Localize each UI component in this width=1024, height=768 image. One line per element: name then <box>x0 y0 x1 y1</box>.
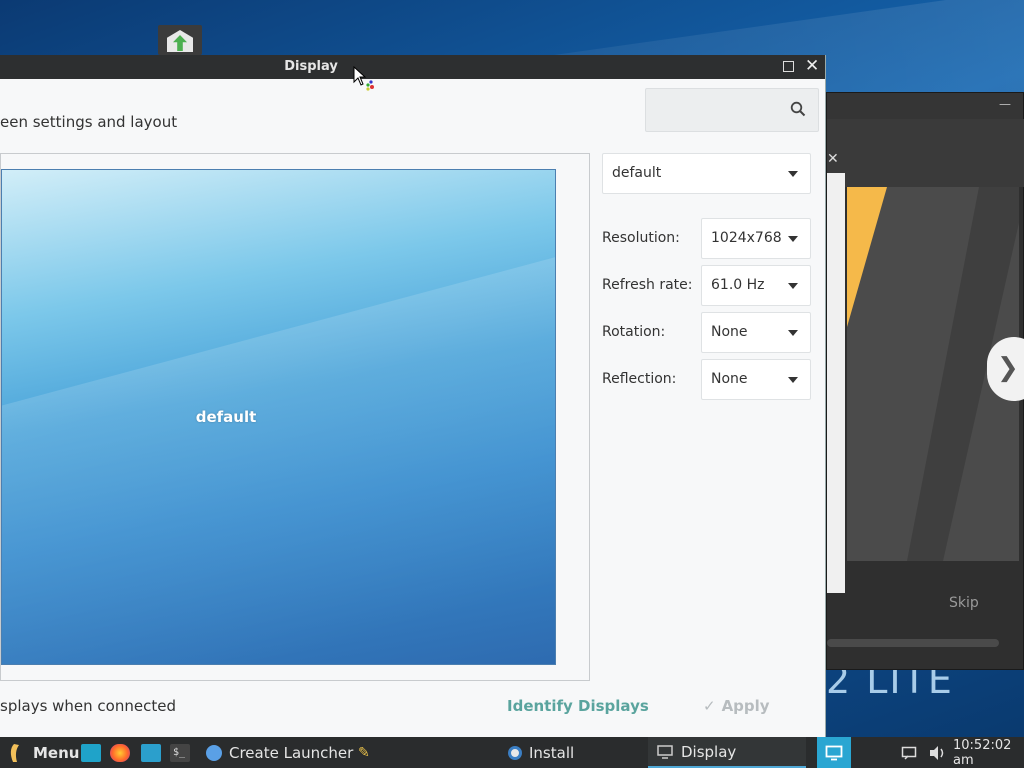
notification-icon <box>901 746 917 760</box>
task-label: Install <box>529 743 575 762</box>
resolution-value: 1024x768 <box>711 230 782 246</box>
refresh-rate-select[interactable]: 61.0 Hz <box>701 265 811 306</box>
task-unnamed[interactable]: ✎ <box>358 737 370 768</box>
mouse-cursor-icon <box>353 66 374 91</box>
files-launcher[interactable] <box>81 737 101 768</box>
identify-displays-button[interactable]: Identify Displays <box>507 697 649 715</box>
rotation-select[interactable]: None <box>701 312 811 353</box>
firefox-icon <box>110 743 130 762</box>
home-launcher[interactable] <box>141 737 161 768</box>
chevron-down-icon <box>788 171 798 177</box>
apply-label: Apply <box>721 697 770 715</box>
maximize-icon[interactable] <box>783 61 794 72</box>
taskbar: Menu $_ Create Launcher ✎ Install Displa… <box>0 737 1024 768</box>
display-layout-preview[interactable]: default <box>0 153 590 681</box>
task-label: Display <box>681 742 737 761</box>
resolution-label: Resolution: <box>602 230 680 246</box>
reflection-select[interactable]: None <box>701 359 811 400</box>
chevron-down-icon <box>788 330 798 336</box>
apply-button[interactable]: ✓ Apply <box>703 697 770 715</box>
mirror-displays-option[interactable]: splays when connected <box>0 697 176 715</box>
workspace-switcher[interactable] <box>817 737 851 768</box>
chevron-down-icon <box>788 283 798 289</box>
rotation-label: Rotation: <box>602 324 666 340</box>
search-icon <box>790 101 806 117</box>
profile-select-value: default <box>612 165 662 181</box>
terminal-icon: $_ <box>170 743 190 762</box>
notification-tray-icon[interactable] <box>901 737 917 768</box>
reflection-value: None <box>711 371 748 387</box>
volume-tray-icon[interactable] <box>929 737 947 768</box>
next-slide-button[interactable]: ❯ <box>987 337 1024 401</box>
display-titlebar[interactable]: Display ✕ <box>0 55 825 79</box>
terminal-launcher[interactable]: $_ <box>170 737 190 768</box>
skip-button[interactable]: Skip <box>949 595 979 611</box>
firefox-launcher[interactable] <box>110 737 130 768</box>
refresh-rate-label: Refresh rate: <box>602 277 693 293</box>
window-title: Display <box>284 59 338 74</box>
installer-titlebar[interactable] <box>827 93 1023 119</box>
page-subtitle: een settings and layout <box>0 113 178 131</box>
menu-button[interactable]: Menu <box>8 737 79 768</box>
monitor-output-label: default <box>195 408 257 426</box>
rotation-value: None <box>711 324 748 340</box>
installer-progress-bar <box>827 639 999 647</box>
chevron-down-icon <box>788 377 798 383</box>
home-folder-icon[interactable] <box>158 25 202 55</box>
installer-side-panel <box>827 173 845 593</box>
task-label: Create Launcher <box>229 743 354 762</box>
refresh-rate-value: 61.0 Hz <box>711 277 765 293</box>
task-display[interactable]: Display <box>648 737 806 768</box>
installer-banner <box>827 119 1024 187</box>
task-install[interactable]: Install <box>508 737 574 768</box>
clock[interactable]: 10:52:02 am <box>953 737 1024 768</box>
start-menu-icon <box>10 743 19 762</box>
home-folder-icon <box>141 743 161 762</box>
speaker-icon <box>930 745 944 760</box>
monitor-preview[interactable]: default <box>1 169 556 665</box>
installer-icon <box>508 745 522 760</box>
close-icon[interactable]: ✕ <box>827 151 839 167</box>
display-icon <box>657 744 673 759</box>
chevron-down-icon <box>788 236 798 242</box>
monitor-icon <box>825 745 843 760</box>
pencil-icon: ✎ <box>358 744 370 761</box>
menu-label: Menu <box>33 743 80 762</box>
close-icon[interactable]: ✕ <box>805 56 819 76</box>
launcher-app-icon <box>206 744 222 761</box>
installer-window[interactable]: — ✕ ❯ Skip <box>826 92 1024 670</box>
resolution-select[interactable]: 1024x768 <box>701 218 811 259</box>
display-window: Display ✕ een settings and layout defaul… <box>0 55 826 737</box>
minimize-icon[interactable]: — <box>999 97 1011 111</box>
search-input[interactable] <box>645 88 819 132</box>
task-create-launcher[interactable]: Create Launcher <box>206 737 353 768</box>
checkmark-icon: ✓ <box>703 697 716 715</box>
profile-select[interactable]: default <box>602 153 811 194</box>
folder-icon <box>81 743 101 762</box>
reflection-label: Reflection: <box>602 371 677 387</box>
